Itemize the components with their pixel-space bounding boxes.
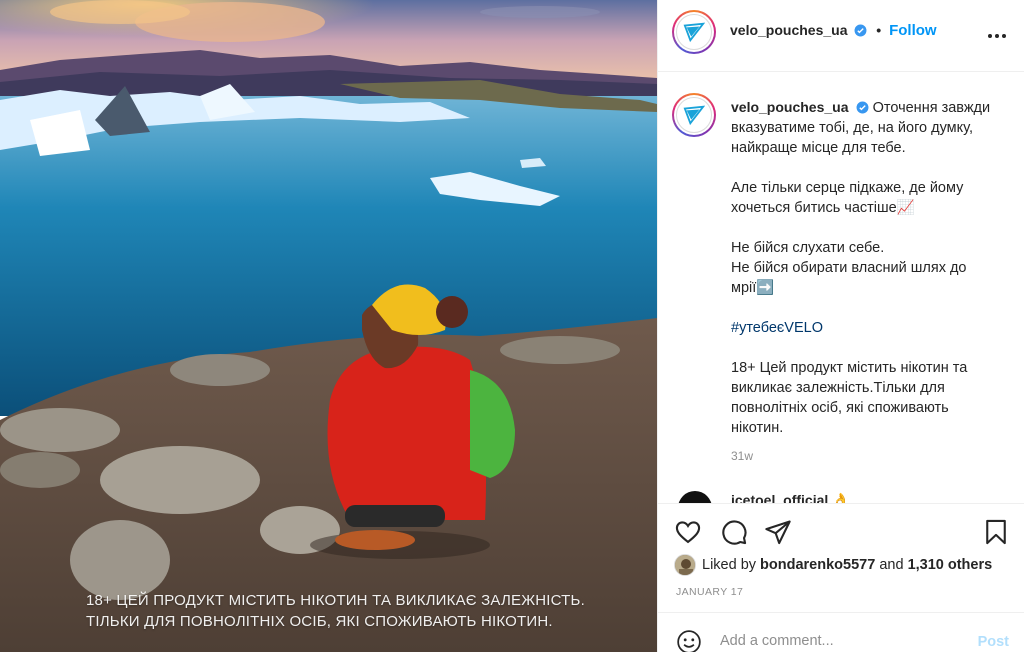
overlay-line-1: 18+ ЦЕЙ ПРОДУКТ МІСТИТЬ НІКОТИН ТА ВИКЛИ… [86, 592, 585, 609]
likes-count[interactable]: 1,310 others [908, 557, 993, 573]
comment-item: icetoel_official 👌 [678, 491, 1008, 503]
comment-avatar[interactable] [678, 491, 712, 503]
post-date[interactable]: JANUARY 17 [676, 586, 743, 598]
likes-summary: Liked by bondarenko5577 and 1,310 others [674, 553, 992, 577]
caption-hashtag-paragraph: #утебеєVELO [731, 318, 1011, 338]
comment-icon[interactable] [720, 518, 748, 546]
nicotine-warning-overlay: 18+ ЦЕЙ ПРОДУКТ МІСТИТЬ НІКОТИН ТА ВИКЛИ… [86, 590, 646, 632]
post-header: velo_pouches_ua • Follow [658, 0, 1024, 72]
liker-photo [675, 555, 695, 575]
caption-time-ago[interactable]: 31w [731, 449, 753, 463]
caption-username[interactable]: velo_pouches_ua [731, 99, 849, 115]
velo-logo-icon [683, 105, 705, 126]
post-side-panel: velo_pouches_ua • Follow velo_pouches_ua… [657, 0, 1024, 652]
liker-avatar[interactable] [674, 554, 696, 576]
post-photo[interactable]: 18+ ЦЕЙ ПРОДУКТ МІСТИТЬ НІКОТИН ТА ВИКЛИ… [0, 0, 657, 652]
caption-text: хочеться битись частіше📈 [731, 200, 915, 216]
caption-text: мрії➡️ [731, 280, 775, 296]
caption-paragraph-3: Не бійся слухати себе. Не бійся обирати … [731, 238, 1011, 298]
caption-text: Не бійся слухати себе. [731, 240, 885, 256]
glacier-lagoon-photo [0, 0, 657, 652]
avatar[interactable] [672, 10, 716, 54]
caption-text: нікотин. [731, 420, 784, 436]
caption-text: викликає залежність.Тільки для [731, 380, 945, 396]
post-comment-button[interactable]: Post [978, 634, 1009, 650]
more-options-icon[interactable] [985, 24, 1009, 48]
add-comment-bar: Post [658, 612, 1024, 652]
caption-text: Оточення завжди [872, 100, 991, 116]
caption-text: вказуватиме тобі, де, на його думку, [731, 120, 973, 136]
caption-text: Не бійся обирати власний шлях до [731, 260, 967, 276]
liker-username[interactable]: bondarenko5577 [760, 557, 875, 573]
bookmark-icon[interactable] [982, 518, 1010, 546]
caption-paragraph-2: Але тільки серце підкаже, де йому хочеть… [731, 178, 1011, 218]
separator-dot: • [876, 22, 882, 38]
post-caption: velo_pouches_ua Оточення завжди вказуват… [731, 97, 1011, 458]
heart-icon[interactable] [674, 518, 702, 546]
caption-paragraph-4: 18+ Цей продукт містить нікотин та викли… [731, 358, 1011, 438]
hashtag-link[interactable]: #утебеєVELO [731, 318, 1011, 338]
caption-text: Але тільки серце підкаже, де йому [731, 180, 964, 196]
verified-badge-icon [854, 24, 867, 37]
comment-input[interactable] [720, 627, 960, 652]
emoji-icon[interactable] [676, 629, 702, 652]
likes-and: and [879, 557, 904, 573]
header-username[interactable]: velo_pouches_ua [730, 22, 848, 38]
share-icon[interactable] [764, 518, 792, 546]
post-actions [658, 503, 1024, 555]
caption-text: найкраще місце для тебе. [731, 140, 906, 156]
likes-prefix: Liked by [702, 557, 757, 573]
velo-logo-icon [683, 22, 705, 43]
caption-text: 18+ Цей продукт містить нікотин та [731, 360, 968, 376]
verified-badge-icon [856, 101, 868, 114]
follow-button[interactable]: Follow [889, 22, 937, 39]
caption-paragraph-1: velo_pouches_ua Оточення завжди вказуват… [731, 97, 1011, 158]
caption-avatar[interactable] [672, 93, 716, 137]
caption-text: повнолітніх осіб, які споживають [731, 400, 949, 416]
comments-area[interactable]: velo_pouches_ua Оточення завжди вказуват… [658, 73, 1024, 503]
overlay-line-2: ТІЛЬКИ ДЛЯ ПОВНОЛІТНІХ ОСІБ, ЯКІ СПОЖИВА… [86, 613, 553, 630]
comment-username[interactable]: icetoel_official 👌 [731, 492, 850, 503]
header-user-line: velo_pouches_ua • Follow [730, 22, 937, 39]
